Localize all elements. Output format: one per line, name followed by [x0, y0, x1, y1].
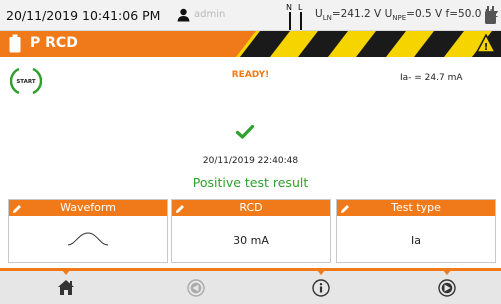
home-icon [58, 280, 74, 295]
waveform-card-header: Waveform [9, 200, 167, 216]
sine-wave-icon [67, 230, 109, 252]
info-icon [312, 279, 330, 297]
rcd-card-header: RCD [172, 200, 330, 216]
pencil-icon [12, 203, 22, 219]
warning-icon: ! [475, 33, 497, 57]
next-icon [438, 279, 456, 297]
pencil-icon [175, 203, 185, 219]
rcd-card[interactable]: RCD 30 mA [171, 199, 331, 263]
voltage-uln: ULN=241.2 V [315, 8, 382, 23]
hazard-stripes [236, 31, 501, 57]
test-type-label: Test type [391, 201, 441, 214]
svg-text:L: L [298, 3, 303, 12]
nl-connection-icon: N L [284, 1, 308, 35]
back-icon [187, 279, 205, 297]
system-datetime: 20/11/2019 10:41:06 PM [6, 8, 161, 23]
voltage-upe: UNPE=0.5 V [384, 8, 443, 23]
test-type-card-header: Test type [337, 200, 495, 216]
svg-text:N: N [286, 3, 292, 12]
test-result: Positive test result [192, 175, 309, 190]
ia-reading: Ia- = 24.7 mA [400, 73, 463, 83]
next-button[interactable] [417, 270, 477, 304]
status-bar: 20/11/2019 10:41:06 PM admin N L ULN=241… [0, 0, 501, 31]
test-type-value: Ia [411, 234, 421, 247]
username[interactable]: admin [194, 9, 225, 20]
checkmark-icon [235, 124, 255, 143]
waveform-card[interactable]: Waveform [8, 199, 168, 263]
voltage-readout: ULN=241.2 V UNPE=0.5 V f=50.0 Hz [315, 8, 498, 22]
home-button[interactable] [36, 270, 96, 304]
bottom-toolbar [0, 268, 501, 304]
title-bar: P RCD ! [0, 31, 501, 57]
battery-icon [9, 34, 21, 57]
back-button[interactable] [166, 271, 226, 304]
pencil-icon [340, 203, 350, 219]
plug-icon [484, 5, 498, 29]
user-icon[interactable] [177, 7, 190, 26]
waveform-label: Waveform [60, 201, 116, 214]
rcd-value: 30 mA [233, 234, 269, 247]
result-timestamp: 20/11/2019 22:40:48 [202, 156, 299, 166]
info-button[interactable] [291, 270, 351, 304]
svg-text:!: ! [484, 42, 489, 53]
test-type-card[interactable]: Test type Ia [336, 199, 496, 263]
page-title: P RCD [30, 35, 78, 51]
rcd-label: RCD [239, 201, 263, 214]
